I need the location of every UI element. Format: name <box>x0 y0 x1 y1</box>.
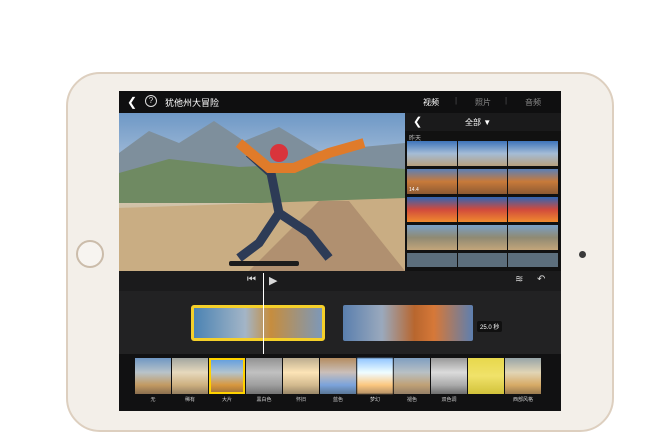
filter-dropdown[interactable]: 全部 ▼ <box>465 117 491 128</box>
imovie-screen: ❮ ? 犹他州大冒险 视频 | 照片 | 音频 ❮ 全部 ▼ 昨天 14.4 ⏮… <box>119 91 561 411</box>
clip-thumbnail[interactable] <box>407 253 458 267</box>
chevron-left-icon[interactable]: ❮ <box>413 115 422 128</box>
filter-thumbnail <box>357 358 393 394</box>
tab-audio[interactable]: 音频 <box>525 97 541 108</box>
filter-thumbnail <box>283 358 319 394</box>
tab-video[interactable]: 视频 <box>423 97 439 108</box>
timeline[interactable]: 25.0 秒 <box>119 291 561 354</box>
filter-thumbnail <box>209 358 245 394</box>
timeline-clip[interactable] <box>343 305 473 341</box>
filter-thumbnail <box>135 358 171 394</box>
filter-option[interactable]: 无 <box>135 358 171 403</box>
undo-icon[interactable]: ↶ <box>537 274 545 285</box>
tab-separator: | <box>455 96 458 105</box>
clip-thumbnail[interactable] <box>508 169 560 194</box>
clip-thumbnail[interactable] <box>407 197 458 222</box>
clip-duration: 14.4 <box>409 187 419 193</box>
filter-thumbnail <box>394 358 430 394</box>
selected-clip[interactable] <box>191 305 325 341</box>
top-bar: ❮ ? 犹他州大冒险 视频 | 照片 | 音频 <box>119 91 561 113</box>
filter-option[interactable]: 褪色 <box>394 358 430 403</box>
clip-row[interactable] <box>407 225 560 250</box>
clip-row[interactable] <box>407 253 560 267</box>
back-icon[interactable]: ❮ <box>127 95 137 109</box>
clip-thumbnail[interactable] <box>508 253 560 267</box>
filter-option[interactable]: 蓝色 <box>320 358 356 403</box>
filter-option[interactable]: 梦幻 <box>357 358 393 403</box>
clip-thumbnail[interactable] <box>508 197 560 222</box>
clip-thumbnail[interactable] <box>457 197 509 222</box>
filter-option[interactable]: 黑白色 <box>246 358 282 403</box>
filter-option[interactable]: 怀旧 <box>283 358 319 403</box>
home-button[interactable] <box>76 240 104 268</box>
browser-header: ❮ 全部 ▼ <box>405 113 561 131</box>
clip-thumbnail[interactable] <box>457 225 509 250</box>
help-icon[interactable]: ? <box>145 95 157 107</box>
filter-option[interactable] <box>468 358 504 403</box>
clip-thumbnail[interactable] <box>508 225 560 250</box>
filter-thumbnail <box>172 358 208 394</box>
filter-option[interactable]: 稀有 <box>172 358 208 403</box>
clip-thumbnail[interactable]: 14.4 <box>407 169 458 194</box>
tab-separator: | <box>505 96 508 105</box>
clip-thumbnail[interactable] <box>457 169 509 194</box>
clip-row[interactable] <box>407 197 560 222</box>
filter-thumbnail <box>320 358 356 394</box>
filter-thumbnail <box>246 358 282 394</box>
skip-to-start-icon[interactable]: ⏮ <box>247 274 256 285</box>
front-camera <box>579 251 586 258</box>
clip-thumbnail[interactable] <box>407 141 458 166</box>
filter-thumbnail <box>468 358 504 394</box>
clip-thumbnails: 14.4 <box>407 141 560 270</box>
clip-thumbnail[interactable] <box>457 253 509 267</box>
clip-duration-badge: 25.0 秒 <box>477 321 503 332</box>
clip-thumbnail[interactable] <box>407 225 458 250</box>
clip-row[interactable] <box>407 141 560 166</box>
viewer-frame <box>119 121 405 271</box>
filter-option[interactable]: 大片 <box>209 358 245 403</box>
play-icon[interactable]: ▶ <box>269 274 277 287</box>
audio-waveform-icon[interactable]: ≋ <box>515 274 523 285</box>
playback-controls: ⏮ ▶ ≋ ↶ <box>119 271 561 291</box>
clip-row[interactable]: 14.4 <box>407 169 560 194</box>
filter-strip: 无 稀有 大片 黑白色 怀旧 蓝色 梦幻 褪色 双色调 西部风格 <box>119 354 561 411</box>
clip-thumbnail[interactable] <box>508 141 560 166</box>
filter-option[interactable]: 西部风格 <box>505 358 541 403</box>
filter-option[interactable]: 双色调 <box>431 358 467 403</box>
clip-thumbnail[interactable] <box>457 141 509 166</box>
filter-thumbnail <box>505 358 541 394</box>
video-viewer[interactable] <box>119 113 405 271</box>
tab-photos[interactable]: 照片 <box>475 97 491 108</box>
project-title: 犹他州大冒险 <box>165 98 220 108</box>
media-browser: ❮ 全部 ▼ 昨天 14.4 <box>405 113 561 271</box>
filter-thumbnail <box>431 358 467 394</box>
playhead[interactable] <box>263 273 264 357</box>
